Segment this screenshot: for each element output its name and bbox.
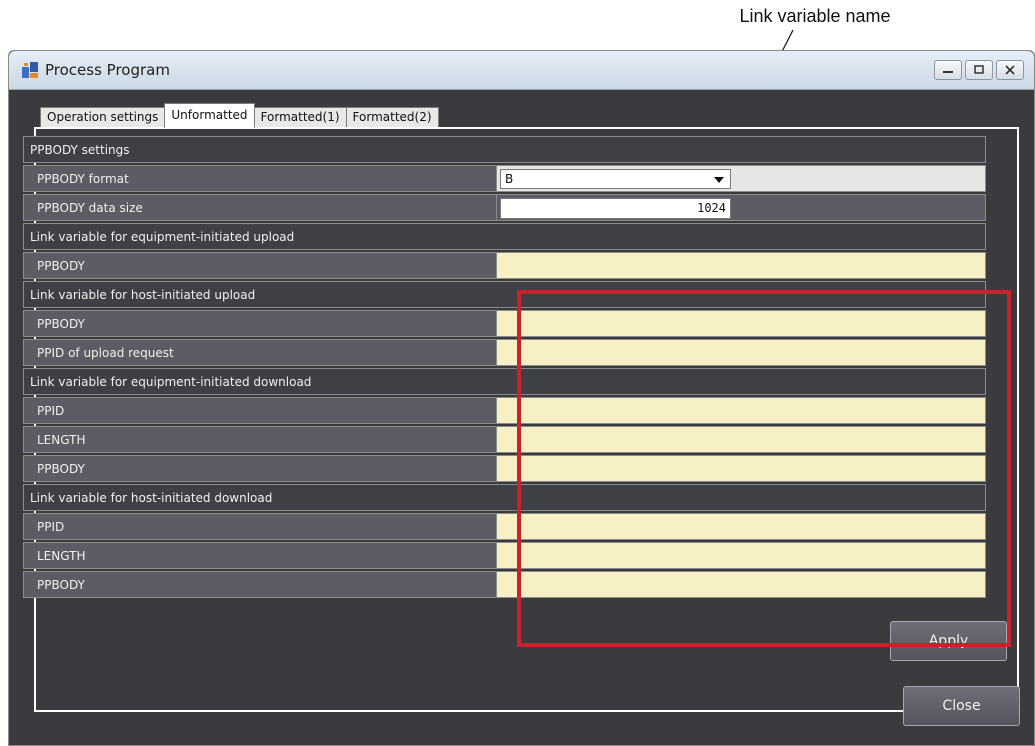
link-variable-input[interactable] [497,542,986,569]
ppbody-format-dropdown[interactable]: B [500,169,731,189]
field-label: LENGTH [23,426,497,453]
dropdown-value: B [505,172,514,186]
section-row-host-upload: Link variable for host-initiated upload [23,281,986,308]
section-label: Link variable for host-initiated downloa… [23,484,986,511]
field-label: LENGTH [23,542,497,569]
row-eq-download-length: LENGTH [23,426,986,453]
row-eq-upload-ppbody: PPBODY [23,252,986,279]
link-variable-input[interactable] [497,339,986,366]
link-variable-input[interactable] [497,397,986,424]
ppbody-format-cell: B [497,165,986,192]
window-title: Process Program [45,61,170,79]
tab-formatted-1[interactable]: Formatted(1) [253,107,347,128]
row-host-download-ppid: PPID [23,513,986,540]
minimize-icon [943,71,953,73]
section-label: Link variable for host-initiated upload [23,281,986,308]
ppbody-data-size-cell: 1024 [497,194,986,221]
process-program-window: Process Program Operation settings Unfor… [8,50,1035,746]
section-row-equipment-upload: Link variable for equipment-initiated up… [23,223,986,250]
link-variable-input[interactable] [497,571,986,598]
field-label: PPBODY data size [23,194,497,221]
annotation-label: Link variable name [739,6,891,26]
close-window-button[interactable] [996,60,1024,80]
field-label: PPBODY [23,252,497,279]
apply-button[interactable]: Apply [890,621,1007,661]
row-host-download-length: LENGTH [23,542,986,569]
section-row-host-download: Link variable for host-initiated downloa… [23,484,986,511]
field-label: PPID of upload request [23,339,497,366]
title-bar[interactable]: Process Program [9,51,1034,90]
field-label: PPID [23,397,497,424]
link-variable-input[interactable] [497,513,986,540]
section-row-equipment-download: Link variable for equipment-initiated do… [23,368,986,395]
link-variable-input[interactable] [497,310,986,337]
window-client-area: Operation settings Unformatted Formatted… [9,90,1034,745]
dropdown-arrow-icon [714,177,724,183]
row-host-upload-ppid: PPID of upload request [23,339,986,366]
field-label: PPBODY [23,455,497,482]
close-button[interactable]: Close [903,686,1020,726]
link-variable-input[interactable] [497,252,986,279]
field-label: PPBODY format [23,165,497,192]
section-label: Link variable for equipment-initiated do… [23,368,986,395]
link-variable-input[interactable] [497,455,986,482]
row-eq-download-ppid: PPID [23,397,986,424]
section-row-ppbody-settings: PPBODY settings [23,136,986,163]
app-icon [22,62,38,78]
tab-unformatted[interactable]: Unformatted [164,103,255,128]
minimize-button[interactable] [934,60,962,80]
close-icon [1005,65,1015,75]
row-ppbody-data-size: PPBODY data size 1024 [23,194,986,221]
section-label: Link variable for equipment-initiated up… [23,223,986,250]
ppbody-data-size-input[interactable]: 1024 [500,198,731,219]
row-ppbody-format: PPBODY format B [23,165,986,192]
field-label: PPBODY [23,571,497,598]
maximize-icon [974,65,984,74]
link-variable-input[interactable] [497,426,986,453]
row-host-upload-ppbody: PPBODY [23,310,986,337]
row-host-download-ppbody: PPBODY [23,571,986,598]
tab-strip: Operation settings Unformatted Formatted… [40,103,439,128]
row-eq-download-ppbody: PPBODY [23,455,986,482]
field-label: PPBODY [23,310,497,337]
tab-operation-settings[interactable]: Operation settings [40,107,166,128]
tab-formatted-2[interactable]: Formatted(2) [345,107,439,128]
maximize-button[interactable] [965,60,993,80]
section-label: PPBODY settings [23,136,986,163]
field-label: PPID [23,513,497,540]
